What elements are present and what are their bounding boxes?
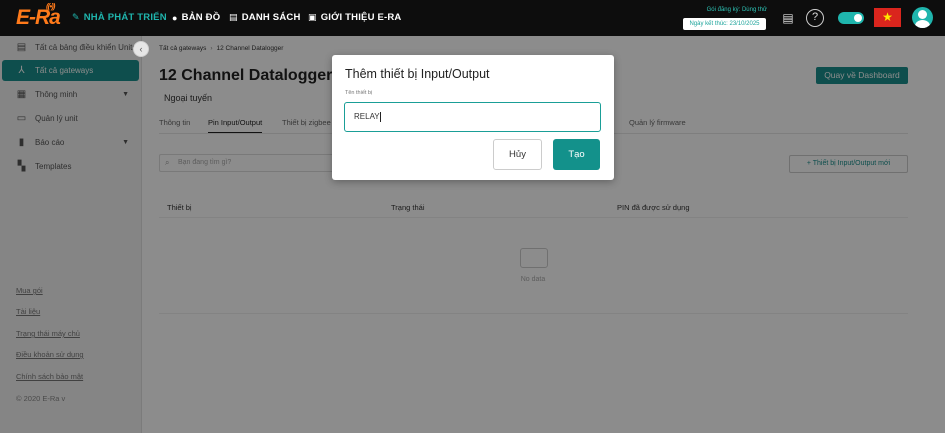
collapse-sidebar-button[interactable]: ‹ (133, 41, 149, 57)
create-button[interactable]: Tạo (553, 139, 600, 170)
nav-intro[interactable]: ▣ GIỚI THIỆU E-RA (308, 12, 402, 23)
era-logo[interactable]: E-Ra ((•)) (16, 2, 61, 30)
top-bar: E-Ra ((•)) ✎ NHÀ PHÁT TRIỂN ● BẢN ĐỒ ▤ DANH … (0, 0, 945, 36)
nav-developer[interactable]: ✎ NHÀ PHÁT TRIỂN (72, 12, 167, 23)
dialog-title: Thêm thiết bị Input/Output (345, 67, 490, 81)
wifi-icon: ((•)) (46, 2, 56, 11)
device-name-label: Tên thiết bị (345, 90, 373, 96)
map-pin-icon: ● (172, 12, 178, 23)
text-cursor (379, 111, 381, 122)
wand-icon: ✎ (72, 12, 80, 22)
help-icon[interactable]: ? (806, 9, 824, 27)
registration-plan: Gói đăng ký: Dùng thử (706, 7, 767, 13)
vietnam-flag-icon[interactable]: ★ (874, 8, 901, 27)
user-avatar[interactable] (912, 7, 933, 28)
theme-toggle[interactable] (838, 12, 864, 24)
add-io-device-dialog: Thêm thiết bị Input/Output Tên thiết bị … (332, 55, 614, 180)
info-box-icon: ▣ (308, 12, 317, 22)
cancel-button[interactable]: Hủy (493, 139, 542, 170)
nav-map[interactable]: ● BẢN ĐỒ (172, 12, 220, 23)
device-name-input[interactable]: RELAY (344, 102, 601, 132)
nav-list[interactable]: ▤ DANH SÁCH (229, 12, 301, 23)
list-icon: ▤ (229, 12, 238, 22)
document-icon[interactable]: ▤ (779, 9, 797, 27)
registration-end-date: Ngày kết thúc: 23/10/2025 (683, 18, 766, 30)
